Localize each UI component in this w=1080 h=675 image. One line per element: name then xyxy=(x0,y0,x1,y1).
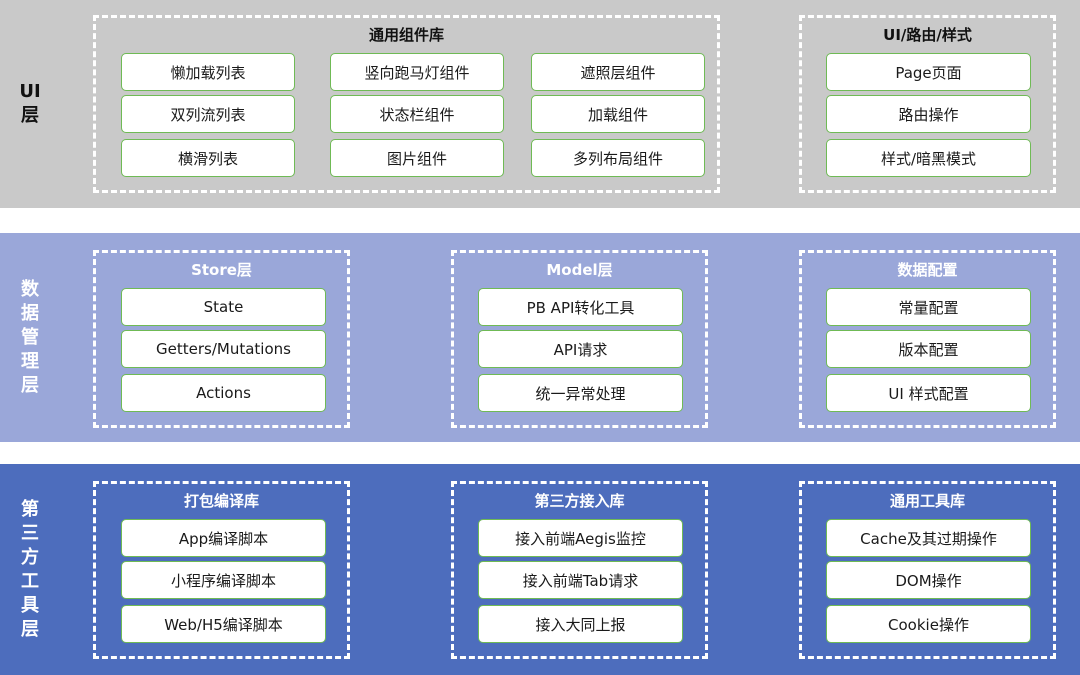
group-title: Store层 xyxy=(191,261,252,279)
group-title: 第三方接入库 xyxy=(534,492,625,510)
cell-getters-mutations: Getters/Mutations xyxy=(121,330,326,368)
cell-dom: DOM操作 xyxy=(826,561,1031,599)
ui-layer: UI 层 通用组件库 懒加载列表 竖向跑马灯组件 遮照层组件 双列流列表 状态栏… xyxy=(0,0,1080,208)
group-title: 打包编译库 xyxy=(183,492,259,510)
cell-tab-request: 接入前端Tab请求 xyxy=(478,561,683,599)
data-management-layer: 数 据 管 理 层 Store层 State Getters/Mutations… xyxy=(0,233,1080,442)
cell-app-build: App编译脚本 xyxy=(121,519,326,557)
cell-horizontal-list: 横滑列表 xyxy=(121,139,295,177)
cell-ui-style-config: UI 样式配置 xyxy=(826,374,1031,412)
group-title: 数据配置 xyxy=(897,261,958,279)
cell-web-h5-build: Web/H5编译脚本 xyxy=(121,605,326,643)
cell-constants-config: 常量配置 xyxy=(826,288,1031,326)
cell-error-handling: 统一异常处理 xyxy=(478,374,683,412)
cell-cache: Cache及其过期操作 xyxy=(826,519,1031,557)
cell-loading: 加载组件 xyxy=(531,95,705,133)
cell-multi-column-layout: 多列布局组件 xyxy=(531,139,705,177)
group-title: 通用组件库 xyxy=(368,26,444,44)
cell-vertical-marquee: 竖向跑马灯组件 xyxy=(330,53,504,91)
cell-page: Page页面 xyxy=(826,53,1031,91)
cell-double-column-list: 双列流列表 xyxy=(121,95,295,133)
layer-label-third-party: 第 三 方 工 具 层 xyxy=(21,498,39,640)
cell-version-config: 版本配置 xyxy=(826,330,1031,368)
cell-state: State xyxy=(121,288,326,326)
layer-label-data: 数 据 管 理 层 xyxy=(21,278,39,396)
cell-cookie: Cookie操作 xyxy=(826,605,1031,643)
cell-pb-api-tool: PB API转化工具 xyxy=(478,288,683,326)
layer-label-ui: UI 层 xyxy=(19,81,41,126)
cell-datong-report: 接入大同上报 xyxy=(478,605,683,643)
group-title: Model层 xyxy=(546,261,613,279)
cell-lazy-list: 懒加载列表 xyxy=(121,53,295,91)
cell-dark-mode: 样式/暗黑模式 xyxy=(826,139,1031,177)
group-title: 通用工具库 xyxy=(889,492,965,510)
third-party-tools-layer: 第 三 方 工 具 层 打包编译库 App编译脚本 小程序编译脚本 Web/H5… xyxy=(0,464,1080,675)
cell-mask-layer: 遮照层组件 xyxy=(531,53,705,91)
cell-actions: Actions xyxy=(121,374,326,412)
cell-aegis-monitor: 接入前端Aegis监控 xyxy=(478,519,683,557)
cell-image: 图片组件 xyxy=(330,139,504,177)
group-title: UI/路由/样式 xyxy=(883,26,972,44)
cell-status-bar: 状态栏组件 xyxy=(330,95,504,133)
cell-api-request: API请求 xyxy=(478,330,683,368)
cell-route-ops: 路由操作 xyxy=(826,95,1031,133)
cell-miniprogram-build: 小程序编译脚本 xyxy=(121,561,326,599)
